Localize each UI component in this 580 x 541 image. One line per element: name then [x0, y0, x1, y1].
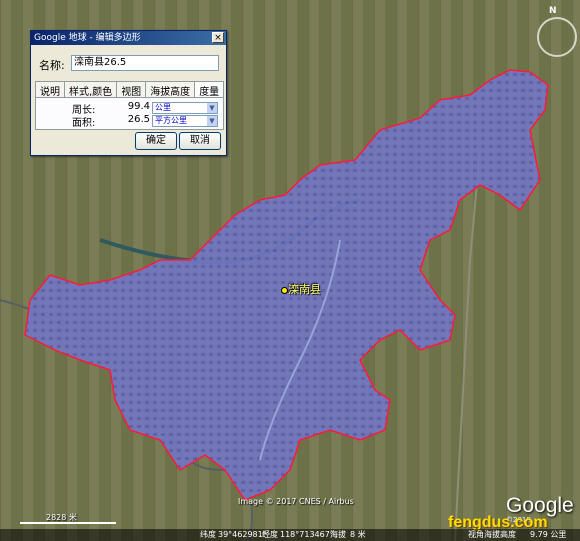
eye-alt-value: 9.79 公里 — [530, 530, 567, 539]
perimeter-value: 99.4 — [127, 101, 150, 112]
name-input[interactable]: 滦南县26.5 — [71, 55, 219, 71]
lat-value: 39°462981° — [218, 530, 267, 539]
name-label: 名称: — [39, 59, 65, 72]
lat-label: 纬度 — [200, 530, 216, 539]
perimeter-unit: 公里 — [155, 103, 171, 112]
area-value: 26.5 — [127, 114, 150, 125]
dialog-tabs: 说明 样式,颜色 视图 海拔高度 度量 — [35, 81, 225, 99]
cancel-button[interactable]: 取消 — [179, 132, 221, 150]
compass-north-label: N — [549, 6, 557, 16]
place-label[interactable]: 滦南县 — [288, 281, 321, 297]
compass-ring-icon[interactable] — [537, 17, 577, 57]
chevron-down-icon: ▼ — [207, 103, 217, 113]
close-button[interactable]: × — [212, 32, 224, 43]
area-unit: 平方公里 — [155, 116, 187, 125]
ok-button[interactable]: 确定 — [135, 132, 177, 150]
scale-bar — [20, 522, 116, 524]
image-credit: Image © 2017 CNES / Airbus — [238, 497, 354, 506]
dialog-titlebar[interactable]: Google 地球 - 编辑多边形 × — [31, 31, 226, 45]
area-unit-select[interactable]: 平方公里 ▼ — [152, 115, 218, 127]
lon-value: 118°713467° — [280, 530, 334, 539]
placemark-pin-icon[interactable] — [281, 287, 288, 294]
status-bar: 纬度 39°462981° 经度 118°713467° 海拔 8 米 视角海拔… — [0, 529, 580, 541]
elev-label: 海拔 — [330, 530, 346, 539]
edit-polygon-dialog: Google 地球 - 编辑多边形 × 名称: 滦南县26.5 说明 样式,颜色视… — [30, 30, 227, 156]
area-label: 面积: — [72, 118, 96, 129]
eye-alt-label: 视角海拔高度 — [468, 530, 516, 539]
chevron-down-icon: ▼ — [207, 116, 217, 126]
dialog-title: Google 地球 - 编辑多边形 — [34, 33, 141, 43]
name-row: 名称: 滦南县26.5 — [39, 55, 219, 73]
perimeter-unit-select[interactable]: 公里 ▼ — [152, 102, 218, 114]
elev-value: 8 米 — [350, 530, 366, 539]
measure-panel: 周长: 99.4 公里 ▼ 面积: 26.5 平方公里 ▼ — [35, 97, 224, 130]
lon-label: 经度 — [262, 530, 278, 539]
